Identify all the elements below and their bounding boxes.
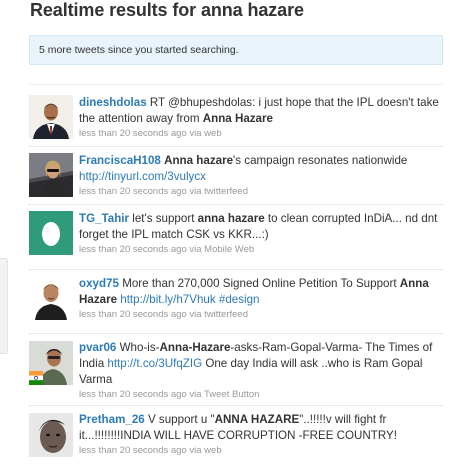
tweet-meta: less than 20 seconds ago via Mobile Web	[79, 244, 439, 255]
tweet-item: Pretham_26 V support u "ANNA HAZARE"..!!…	[29, 405, 443, 465]
tweet-timestamp[interactable]: less than 20 seconds ago	[79, 128, 187, 139]
tweet-username[interactable]: TG_Tahir	[79, 212, 129, 225]
tweet-username[interactable]: FranciscaH108	[79, 154, 161, 167]
tweet-body: pvar06 Who-is-Anna-Hazare-asks-Ram-Gopal…	[79, 340, 439, 400]
tweet-text: pvar06 Who-is-Anna-Hazare-asks-Ram-Gopal…	[79, 340, 439, 388]
tweet-body: TG_Tahir let's support anna hazare to cl…	[79, 211, 439, 255]
tweet-link[interactable]: http://bit.ly/h7Vhuk	[120, 293, 215, 306]
tweet-content: Who-is-Anna-Hazare-asks-Ram-Gopal-Varma-…	[79, 341, 433, 386]
tweet-meta: less than 20 seconds ago via web	[79, 128, 439, 139]
tweet-source: via Tweet Button	[186, 389, 260, 400]
tweet-timestamp[interactable]: less than 20 seconds ago	[79, 186, 187, 197]
tweet-content: let's support anna hazare to clean corru…	[79, 212, 438, 241]
tweet-body: dineshdolas RT @bhupeshdolas: i just hop…	[79, 95, 439, 139]
tweet-source: via twitterfeed	[186, 309, 248, 320]
page-edge-tab	[0, 258, 8, 354]
man-flag-avatar[interactable]	[29, 341, 73, 385]
tweet-source: via Mobile Web	[186, 244, 255, 255]
search-term-highlight: ANNA HAZARE	[214, 413, 300, 426]
search-term-highlight: Anna-Hazare	[159, 341, 231, 354]
tweet-timestamp[interactable]: less than 20 seconds ago	[79, 309, 187, 320]
tweet-source: via twitterfeed	[186, 186, 248, 197]
tweet-body: FranciscaH108 Anna hazare's campaign res…	[79, 153, 439, 197]
tweet-item: dineshdolas RT @bhupeshdolas: i just hop…	[29, 84, 443, 146]
tweet-source: via web	[186, 445, 222, 456]
tweet-item: TG_Tahir let's support anna hazare to cl…	[29, 204, 443, 269]
default-egg-avatar[interactable]	[29, 211, 73, 255]
tweet-link[interactable]: http://tinyurl.com/3vulycx	[79, 170, 206, 183]
tweet-body: Pretham_26 V support u "ANNA HAZARE"..!!…	[79, 412, 439, 456]
tweet-username[interactable]: pvar06	[79, 341, 116, 354]
tweet-username[interactable]: dineshdolas	[79, 96, 147, 109]
tweet-meta: less than 20 seconds ago via twitterfeed	[79, 186, 439, 197]
tweet-timestamp[interactable]: less than 20 seconds ago	[79, 389, 187, 400]
tweet-meta: less than 20 seconds ago via twitterfeed	[79, 309, 439, 320]
tweet-link[interactable]: #design	[219, 293, 260, 306]
tweet-item: oxyd75 More than 270,000 Signed Online P…	[29, 269, 443, 333]
tweet-item: FranciscaH108 Anna hazare's campaign res…	[29, 146, 443, 204]
tweet-list: dineshdolas RT @bhupeshdolas: i just hop…	[29, 84, 443, 465]
tweet-content: More than 270,000 Signed Online Petition…	[79, 277, 429, 306]
tweet-meta: less than 20 seconds ago via Tweet Butto…	[79, 389, 439, 400]
page-title: Realtime results for anna hazare	[30, 0, 304, 20]
man-closeup-avatar[interactable]	[29, 413, 73, 457]
tweet-timestamp[interactable]: less than 20 seconds ago	[79, 445, 187, 456]
woman-car-avatar[interactable]	[29, 153, 73, 197]
tweet-text: Pretham_26 V support u "ANNA HAZARE"..!!…	[79, 412, 439, 444]
man-portrait-avatar[interactable]	[29, 276, 73, 320]
tweet-text: FranciscaH108 Anna hazare's campaign res…	[79, 153, 439, 185]
tweet-username[interactable]: Pretham_26	[79, 413, 145, 426]
new-tweets-banner[interactable]: 5 more tweets since you started searchin…	[29, 35, 443, 65]
tweet-text: oxyd75 More than 270,000 Signed Online P…	[79, 276, 439, 308]
tweet-timestamp[interactable]: less than 20 seconds ago	[79, 244, 187, 255]
tweet-meta: less than 20 seconds ago via web	[79, 445, 439, 456]
search-term-highlight: Anna hazare	[164, 154, 234, 167]
man-suit-avatar[interactable]	[29, 95, 73, 139]
tweet-item: pvar06 Who-is-Anna-Hazare-asks-Ram-Gopal…	[29, 333, 443, 405]
tweet-text: TG_Tahir let's support anna hazare to cl…	[79, 211, 439, 243]
tweet-text: dineshdolas RT @bhupeshdolas: i just hop…	[79, 95, 439, 127]
tweet-source: via web	[186, 128, 222, 139]
tweet-username[interactable]: oxyd75	[79, 277, 119, 290]
tweet-link[interactable]: http://t.co/3UfqZIG	[107, 357, 202, 370]
tweet-body: oxyd75 More than 270,000 Signed Online P…	[79, 276, 439, 320]
search-term-highlight: anna hazare	[197, 212, 265, 225]
search-term-highlight: Anna Hazare	[202, 112, 273, 125]
